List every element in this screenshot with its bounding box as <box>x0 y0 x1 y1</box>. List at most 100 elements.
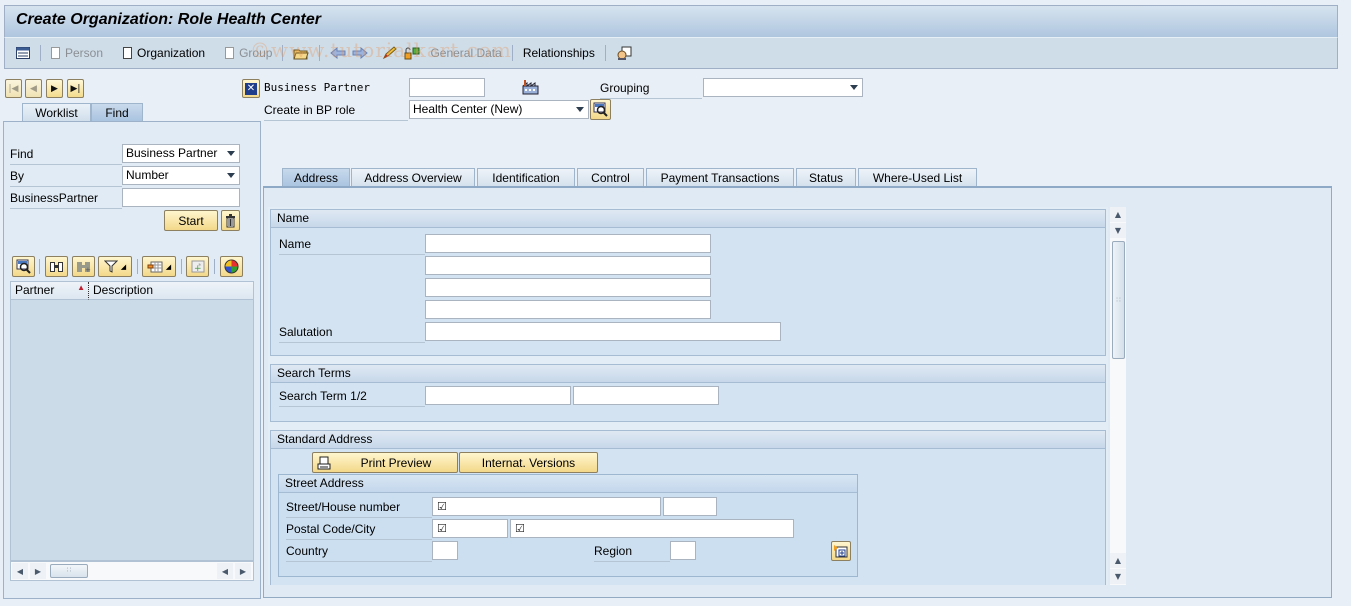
tab-control[interactable]: Control <box>577 168 644 187</box>
country-label: Country <box>286 542 432 562</box>
person-button[interactable]: Person <box>48 42 106 64</box>
relationships-label: Relationships <box>522 46 595 60</box>
postal-city-label: Postal Code/City <box>286 520 432 540</box>
toolbar-separator <box>319 45 321 61</box>
layout-button[interactable]: ◢ <box>142 256 176 277</box>
country-input[interactable] <box>432 541 458 560</box>
color-wheel-icon <box>224 259 239 274</box>
filter-button[interactable]: ◢ <box>98 256 132 277</box>
find-binoculars-button[interactable] <box>45 256 68 277</box>
tab-worklist-label: Worklist <box>35 106 78 120</box>
scroll-left-icon[interactable]: ◀ <box>217 563 233 579</box>
color-legend-button[interactable] <box>220 256 243 277</box>
portrait-icon[interactable] <box>613 42 635 64</box>
business-partner-search-input[interactable] <box>122 188 240 207</box>
scroll-up-icon[interactable]: ▲ <box>1110 207 1126 222</box>
name-line-2-input[interactable] <box>425 256 711 275</box>
document-icon <box>51 47 60 59</box>
tab-worklist[interactable]: Worklist <box>22 103 91 122</box>
toolbar-separator <box>604 45 606 61</box>
filter-icon <box>103 260 118 273</box>
general-data-button[interactable]: General Data <box>427 42 504 64</box>
postal-code-input[interactable]: ☑ <box>432 519 508 538</box>
name-group-title: Name <box>271 210 1105 228</box>
name-line-3-input[interactable] <box>425 278 711 297</box>
tab-find[interactable]: Find <box>91 103 143 122</box>
bp-role-select[interactable]: Health Center (New) <box>409 100 589 119</box>
region-input[interactable] <box>670 541 696 560</box>
find-next-button[interactable]: + <box>72 256 95 277</box>
list-icon[interactable] <box>13 42 33 64</box>
lock-switch-icon[interactable] <box>401 42 423 64</box>
toolbar-separator <box>511 45 513 61</box>
vertical-scrollbar[interactable]: ▲ ▼ ∷ ▲ ▼ <box>1110 207 1126 585</box>
city-input[interactable]: ☑ <box>510 519 794 538</box>
by-select[interactable]: Number <box>122 166 240 185</box>
svg-text:+: + <box>85 266 91 273</box>
trash-icon <box>226 213 235 227</box>
chevron-down-icon <box>227 173 235 178</box>
edit-pencil-icon[interactable] <box>379 42 401 64</box>
search-term-1-input[interactable] <box>425 386 571 405</box>
binoculars-plus-icon: + <box>77 262 91 273</box>
house-number-input[interactable] <box>663 497 717 516</box>
tab-where-used-list-label: Where-Used List <box>872 171 963 185</box>
general-data-label: General Data <box>430 46 502 60</box>
column-header-description[interactable]: Description <box>89 282 253 300</box>
tab-address-overview[interactable]: Address Overview <box>351 168 475 187</box>
name-line-4-input[interactable] <box>425 300 711 319</box>
column-header-partner[interactable]: Partner ▲ <box>11 282 89 300</box>
scroll-right-icon[interactable]: ▶ <box>235 563 251 579</box>
find-select-value: Business Partner <box>126 146 218 160</box>
role-details-button[interactable] <box>590 99 611 120</box>
organization-button[interactable]: Organization <box>120 42 208 64</box>
tab-status[interactable]: Status <box>796 168 856 187</box>
tab-identification[interactable]: Identification <box>477 168 575 187</box>
find-label: Find <box>10 145 122 165</box>
document-icon <box>225 47 235 59</box>
internat-versions-button[interactable]: Internat. Versions <box>459 452 598 473</box>
next-page-button[interactable]: ▶ <box>46 79 63 98</box>
business-partner-number-input[interactable] <box>409 78 485 97</box>
scrollbar-thumb[interactable]: ∷ <box>50 564 88 578</box>
bp-role-label: Create in BP role <box>264 101 408 121</box>
delete-button[interactable] <box>221 210 240 231</box>
magnifier-icon <box>593 102 608 117</box>
by-select-value: Number <box>126 168 169 182</box>
search-term-2-input[interactable] <box>573 386 719 405</box>
last-page-button[interactable]: ▶| <box>67 79 84 98</box>
scroll-right-icon[interactable]: ▶ <box>30 563 46 579</box>
group-button[interactable]: Group <box>222 42 275 64</box>
print-preview-label: Print Preview <box>360 455 432 470</box>
grouping-select[interactable] <box>703 78 863 97</box>
dropdown-triangle-icon: ◢ <box>165 262 172 271</box>
open-folder-icon[interactable] <box>290 42 312 64</box>
tab-where-used-list[interactable]: Where-Used List <box>858 168 977 187</box>
relationships-button[interactable]: Relationships <box>520 42 598 64</box>
collapse-locator-button[interactable]: ✕ <box>242 79 260 98</box>
toolbar-separator <box>40 45 41 61</box>
forward-arrow-icon[interactable] <box>349 42 371 64</box>
printer-icon <box>317 456 331 470</box>
scroll-down-icon[interactable]: ▼ <box>1110 569 1126 584</box>
scroll-left-icon[interactable]: ◀ <box>12 563 28 579</box>
details-button[interactable] <box>12 256 35 277</box>
salutation-input[interactable] <box>425 322 781 341</box>
start-button[interactable]: Start <box>164 210 218 231</box>
previous-page-button[interactable]: ◀ <box>25 79 42 98</box>
tab-address[interactable]: Address <box>282 168 350 187</box>
export-button[interactable]: + * <box>186 256 209 277</box>
scroll-down-icon[interactable]: ▼ <box>1110 223 1126 238</box>
name-label: Name <box>279 235 425 255</box>
name-line-1-input[interactable] <box>425 234 711 253</box>
tab-payment-transactions[interactable]: Payment Transactions <box>646 168 794 187</box>
street-input[interactable]: ☑ <box>432 497 661 516</box>
horizontal-scrollbar[interactable]: ◀ ▶ ∷ ◀ ▶ <box>10 561 254 581</box>
first-page-button[interactable]: |◀ <box>5 79 22 98</box>
scrollbar-thumb[interactable]: ∷ <box>1112 241 1125 359</box>
find-select[interactable]: Business Partner <box>122 144 240 163</box>
print-preview-button[interactable]: Print Preview <box>312 452 458 473</box>
scroll-up-icon[interactable]: ▲ <box>1110 553 1126 568</box>
expand-address-button[interactable] <box>831 541 851 561</box>
back-arrow-icon[interactable] <box>327 42 349 64</box>
